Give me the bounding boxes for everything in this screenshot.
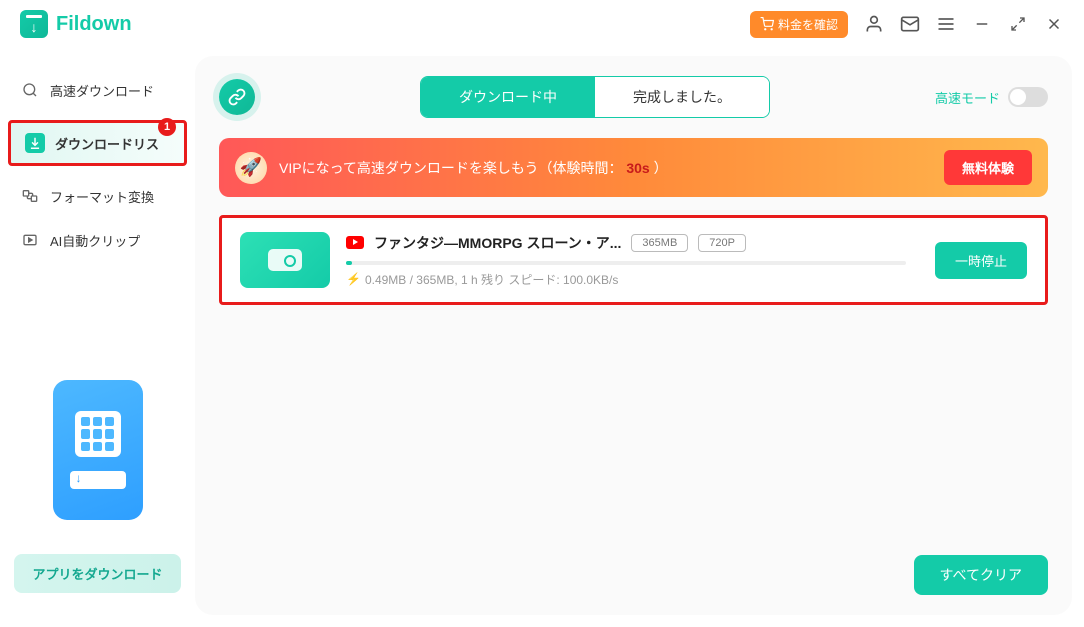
download-app-button[interactable]: アプリをダウンロード [14, 554, 181, 593]
bolt-icon: ⚡ [346, 272, 361, 286]
maximize-icon[interactable] [1008, 14, 1028, 34]
pause-button[interactable]: 一時停止 [935, 242, 1027, 279]
close-icon[interactable] [1044, 14, 1064, 34]
check-fee-button[interactable]: 料金を確認 [750, 11, 848, 38]
cart-icon [760, 17, 774, 31]
download-icon [25, 133, 45, 153]
header-controls: 料金を確認 [750, 11, 1064, 38]
download-stats: ⚡ 0.49MB / 365MB, 1 h 残り スピード: 100.0KB/s [346, 271, 919, 288]
sidebar-item-label: ダウンロードリス [55, 134, 159, 153]
main-toolbar: ダウンロード中 完成しました。 高速モード [219, 76, 1048, 118]
sidebar: 高速ダウンロード ダウンロードリス 1 フォーマット変換 AI自動クリップ [0, 48, 195, 627]
sidebar-item-ai-clip[interactable]: AI自動クリップ [0, 218, 195, 262]
vip-banner: 🚀 VIPになって高速ダウンロードを楽しもう（体験時間： 30s ） 無料体験 [219, 138, 1048, 197]
main-content: ダウンロード中 完成しました。 高速モード 🚀 VIPになって高速ダウンロードを… [195, 56, 1072, 615]
tab-completed[interactable]: 完成しました。 [595, 77, 769, 117]
mail-icon[interactable] [900, 14, 920, 34]
app-name: Fildown [56, 13, 132, 36]
add-link-button[interactable] [219, 79, 255, 115]
clip-icon [20, 230, 40, 250]
convert-icon [20, 186, 40, 206]
free-trial-button[interactable]: 無料体験 [944, 150, 1032, 185]
rocket-icon: 🚀 [235, 152, 267, 184]
quality-chip: 720P [698, 234, 746, 252]
download-item-info: ファンタジ―MMORPG スローン・ア... 365MB 720P ⚡ 0.49… [346, 233, 919, 288]
link-icon [228, 88, 246, 106]
sidebar-item-download-list[interactable]: ダウンロードリス 1 [8, 120, 187, 166]
check-fee-label: 料金を確認 [778, 16, 838, 33]
vip-text: VIPになって高速ダウンロードを楽しもう（体験時間： 30s ） [279, 158, 668, 178]
vip-countdown: 30s [626, 160, 649, 176]
app-header: Fildown 料金を確認 [0, 0, 1084, 48]
main-footer: すべてクリア [219, 541, 1048, 595]
size-chip: 365MB [631, 234, 688, 252]
status-tabs: ダウンロード中 完成しました。 [420, 76, 770, 118]
speed-mode-toggle[interactable] [1008, 87, 1048, 107]
user-icon[interactable] [864, 14, 884, 34]
menu-icon[interactable] [936, 14, 956, 34]
search-icon [20, 80, 40, 100]
download-count-badge: 1 [158, 118, 176, 136]
download-item-title: ファンタジ―MMORPG スローン・ア... [374, 233, 621, 253]
vip-banner-content: 🚀 VIPになって高速ダウンロードを楽しもう（体験時間： 30s ） [235, 152, 668, 184]
download-item: ファンタジ―MMORPG スローン・ア... 365MB 720P ⚡ 0.49… [219, 215, 1048, 305]
logo-area: Fildown [20, 10, 132, 38]
app-promo-illustration [23, 370, 173, 540]
download-progress-bar [346, 261, 906, 265]
sidebar-item-fast-download[interactable]: 高速ダウンロード [0, 68, 195, 112]
tab-downloading[interactable]: ダウンロード中 [421, 77, 595, 117]
sidebar-item-format-convert[interactable]: フォーマット変換 [0, 174, 195, 218]
video-thumbnail [240, 232, 330, 288]
sidebar-item-label: 高速ダウンロード [50, 81, 154, 100]
sidebar-item-label: AI自動クリップ [50, 231, 140, 250]
minimize-icon[interactable] [972, 14, 992, 34]
sidebar-item-label: フォーマット変換 [50, 187, 154, 206]
speed-mode-control: 高速モード [935, 87, 1048, 107]
clear-all-button[interactable]: すべてクリア [914, 555, 1048, 595]
youtube-icon [346, 236, 364, 249]
app-logo-icon [20, 10, 48, 38]
sidebar-promo: アプリをダウンロード [0, 370, 195, 607]
speed-mode-label: 高速モード [935, 88, 1000, 107]
